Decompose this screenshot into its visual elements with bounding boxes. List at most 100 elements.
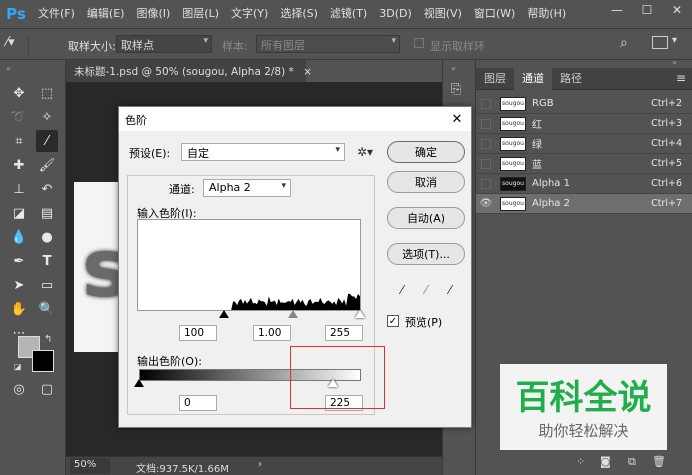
marquee-tool-icon[interactable]: ⬚ bbox=[36, 82, 58, 104]
menu-item[interactable]: 3D(D) bbox=[373, 0, 418, 28]
channel-row[interactable]: sougou RGB Ctrl+2 bbox=[476, 94, 692, 114]
magic-wand-tool-icon[interactable]: ✧ bbox=[36, 106, 58, 128]
channel-row[interactable]: sougou 红 Ctrl+3 bbox=[476, 114, 692, 134]
chevron-down-icon[interactable]: ▾ bbox=[672, 35, 677, 46]
input-gamma-slider[interactable] bbox=[288, 310, 298, 318]
visibility-toggle[interactable] bbox=[481, 158, 491, 169]
output-black-field[interactable]: 0 bbox=[179, 395, 217, 411]
hand-tool-icon[interactable]: ✋ bbox=[8, 298, 30, 320]
search-icon[interactable]: ⌕ bbox=[620, 35, 628, 51]
collapse-arrows-icon[interactable]: » bbox=[6, 64, 11, 73]
history-brush-tool-icon[interactable]: ↶ bbox=[36, 178, 58, 200]
gradient-tool-icon[interactable]: ▤ bbox=[36, 202, 58, 224]
menu-item[interactable]: 编辑(E) bbox=[81, 0, 131, 28]
tab-paths[interactable]: 路径 bbox=[552, 68, 590, 90]
input-gamma-field[interactable]: 1.00 bbox=[253, 325, 291, 341]
menu-item[interactable]: 视图(V) bbox=[418, 0, 468, 28]
chevron-down-icon: ▾ bbox=[391, 36, 396, 46]
eyedropper-tool-preset-icon[interactable]: ⁄▾ bbox=[6, 35, 28, 55]
collapse-arrows-icon[interactable]: » bbox=[672, 58, 677, 67]
swap-colors-icon[interactable]: ↰ bbox=[44, 334, 52, 345]
ok-button[interactable]: 确定 bbox=[387, 141, 465, 163]
eraser-tool-icon[interactable]: ◪ bbox=[8, 202, 30, 224]
menu-item[interactable]: 帮助(H) bbox=[521, 0, 572, 28]
brush-tool-icon[interactable]: 🖌 bbox=[36, 154, 58, 176]
cancel-button[interactable]: 取消 bbox=[387, 171, 465, 193]
menu-item[interactable]: 文件(F) bbox=[32, 0, 81, 28]
background-color-swatch[interactable] bbox=[32, 350, 54, 372]
new-channel-icon[interactable]: ⧉ bbox=[628, 455, 636, 469]
zoom-tool-icon[interactable]: 🔍 bbox=[36, 298, 58, 320]
show-ring-checkbox[interactable] bbox=[414, 38, 424, 48]
healing-brush-tool-icon[interactable]: ✚ bbox=[8, 154, 30, 176]
visibility-toggle[interactable] bbox=[481, 98, 491, 109]
input-white-slider[interactable] bbox=[355, 310, 365, 318]
menu-item[interactable]: 文字(Y) bbox=[225, 0, 274, 28]
input-black-slider[interactable] bbox=[219, 310, 229, 318]
black-eyedropper-icon[interactable]: ⁄ bbox=[395, 283, 409, 297]
menu-item[interactable]: 滤镜(T) bbox=[324, 0, 373, 28]
sample-size-select[interactable]: 取样点 ▾ bbox=[116, 35, 212, 53]
type-tool-icon[interactable]: T bbox=[36, 250, 58, 272]
workspace-icon[interactable] bbox=[652, 36, 668, 49]
default-colors-icon[interactable]: ◪ bbox=[14, 362, 22, 371]
visibility-toggle[interactable] bbox=[481, 138, 491, 149]
options-button[interactable]: 选项(T)... bbox=[387, 243, 465, 265]
history-panel-icon[interactable]: ⎘ bbox=[451, 82, 461, 97]
channel-thumbnail: sougou bbox=[500, 196, 526, 211]
clone-stamp-tool-icon[interactable]: ⊥ bbox=[8, 178, 30, 200]
eyedropper-tool-icon[interactable]: ⁄ bbox=[36, 130, 58, 152]
channel-row[interactable]: sougou 蓝 Ctrl+5 bbox=[476, 154, 692, 174]
eye-icon[interactable]: 👁 bbox=[476, 198, 496, 209]
chevron-right-icon[interactable]: › bbox=[258, 459, 262, 470]
preview-checkbox[interactable]: ✓ bbox=[387, 315, 399, 327]
sample-select[interactable]: 所有图层 ▾ bbox=[256, 35, 400, 53]
rectangle-tool-icon[interactable]: ▭ bbox=[36, 274, 58, 296]
document-title: 未标题-1.psd @ 50% (sougou, Alpha 2/8) * bbox=[74, 66, 294, 78]
panel-menu-icon[interactable]: ≡ bbox=[676, 71, 686, 85]
save-selection-icon[interactable]: ◙ bbox=[600, 455, 611, 468]
screen-mode-icon[interactable]: ▢ bbox=[36, 378, 58, 400]
channel-thumbnail: sougou bbox=[500, 156, 526, 171]
tab-channels[interactable]: 通道 bbox=[514, 68, 552, 90]
channel-row[interactable]: sougou 绿 Ctrl+4 bbox=[476, 134, 692, 154]
lasso-tool-icon[interactable]: ➰ bbox=[8, 106, 30, 128]
channel-name: 红 bbox=[532, 120, 542, 131]
gray-eyedropper-icon[interactable]: ⁄ bbox=[419, 283, 433, 297]
move-tool-icon[interactable]: ✥ bbox=[8, 82, 30, 104]
watermark-subtitle: 助你轻松解决 bbox=[538, 422, 629, 440]
close-button[interactable]: ✕ bbox=[662, 0, 692, 20]
preset-options-gear-icon[interactable]: ✲▾ bbox=[357, 145, 373, 159]
zoom-level[interactable]: 50% bbox=[70, 458, 110, 474]
menu-item[interactable]: 图像(I) bbox=[130, 0, 176, 28]
load-selection-icon[interactable]: ⁘ bbox=[576, 455, 585, 468]
dodge-tool-icon[interactable]: ● bbox=[36, 226, 58, 248]
crop-tool-icon[interactable]: ⌗ bbox=[8, 130, 30, 152]
document-tab[interactable]: 未标题-1.psd @ 50% (sougou, Alpha 2/8) * × bbox=[66, 60, 312, 82]
preset-select[interactable]: 自定 ▾ bbox=[181, 143, 345, 161]
path-selection-tool-icon[interactable]: ➤ bbox=[8, 274, 30, 296]
menu-item[interactable]: 窗口(W) bbox=[468, 0, 521, 28]
white-eyedropper-icon[interactable]: ⁄ bbox=[443, 283, 457, 297]
input-white-field[interactable]: 255 bbox=[325, 325, 363, 341]
collapse-arrows-icon[interactable]: « bbox=[451, 64, 456, 73]
visibility-toggle[interactable] bbox=[481, 178, 491, 189]
close-icon[interactable]: ✕ bbox=[447, 109, 467, 129]
output-black-slider[interactable] bbox=[134, 379, 144, 387]
channel-row[interactable]: 👁 sougou Alpha 2 Ctrl+7 bbox=[476, 194, 692, 214]
menu-item[interactable]: 选择(S) bbox=[274, 0, 324, 28]
quick-mask-icon[interactable]: ◎ bbox=[8, 378, 30, 400]
maximize-button[interactable]: ☐ bbox=[632, 0, 662, 20]
channel-row[interactable]: sougou Alpha 1 Ctrl+6 bbox=[476, 174, 692, 194]
pen-tool-icon[interactable]: ✒ bbox=[8, 250, 30, 272]
auto-button[interactable]: 自动(A) bbox=[387, 207, 465, 229]
channel-select[interactable]: Alpha 2 ▾ bbox=[203, 179, 291, 197]
close-tab-icon[interactable]: × bbox=[303, 66, 312, 78]
blur-tool-icon[interactable]: 💧 bbox=[8, 226, 30, 248]
trash-icon[interactable]: 🗑 bbox=[652, 455, 666, 468]
minimize-button[interactable]: — bbox=[602, 0, 632, 20]
visibility-toggle[interactable] bbox=[481, 118, 491, 129]
tab-layers[interactable]: 图层 bbox=[476, 68, 514, 90]
menu-item[interactable]: 图层(L) bbox=[176, 0, 225, 28]
input-black-field[interactable]: 100 bbox=[179, 325, 217, 341]
